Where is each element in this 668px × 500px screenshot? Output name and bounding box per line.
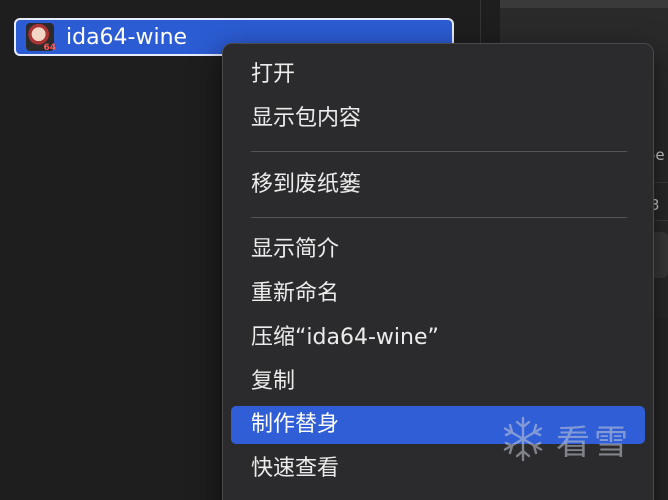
watermark: 看雪 <box>498 414 632 464</box>
file-name: ida64-wine <box>66 24 188 50</box>
menu-item-compress[interactable]: 压缩“ida64-wine” <box>231 319 645 357</box>
menu-separator <box>251 151 627 152</box>
menu-item-open[interactable]: 打开 <box>231 56 645 94</box>
menu-item-rename[interactable]: 重新命名 <box>231 275 645 313</box>
watermark-text: 看雪 <box>556 422 632 463</box>
menu-item-show-package-contents[interactable]: 显示包内容 <box>231 100 645 138</box>
wine-app-icon: 64 <box>26 23 56 53</box>
menu-separator <box>251 217 627 218</box>
finder-window: -e 3 64 ida64-wine 打开 显示包内容 移到废纸篓 显示简介 重… <box>0 0 668 500</box>
menu-item-move-to-trash[interactable]: 移到废纸篓 <box>231 166 645 204</box>
snowflake-icon <box>503 416 543 462</box>
file-icon-badge: 64 <box>43 43 56 53</box>
menu-item-get-info[interactable]: 显示简介 <box>231 231 645 269</box>
menu-item-duplicate[interactable]: 复制 <box>231 363 645 401</box>
preview-pane-header <box>500 0 668 8</box>
